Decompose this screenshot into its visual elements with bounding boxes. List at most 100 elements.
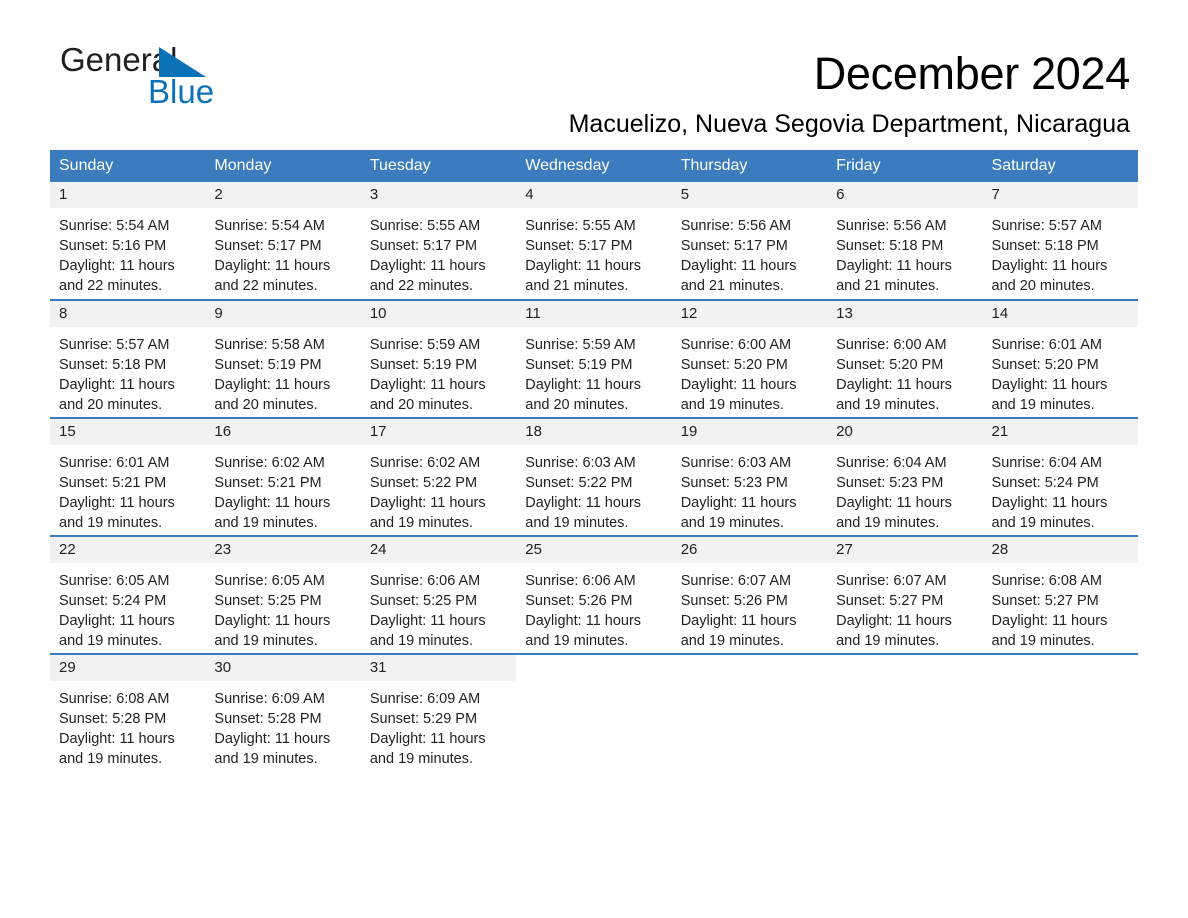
calendar-day-cell[interactable]: 18 Sunrise: 6:03 AM Sunset: 5:22 PM Dayl… [516,417,672,536]
daylight-text-line2: and 22 minutes. [59,278,163,294]
day-info: Sunrise: 6:02 AM Sunset: 5:22 PM Dayligh… [361,445,516,533]
calendar-day-cell[interactable]: 31 Sunrise: 6:09 AM Sunset: 5:29 PM Dayl… [360,653,517,772]
sunrise-text: Sunrise: 5:58 AM [214,337,325,353]
day-content: 23 Sunrise: 6:05 AM Sunset: 5:25 PM Dayl… [205,537,361,653]
sunrise-text: Sunrise: 5:55 AM [369,218,481,234]
daylight-text-line1: Daylight: 11 hours [836,258,952,274]
daylight-text-line2: and 21 minutes. [525,278,629,294]
day-info: Sunrise: 6:05 AM Sunset: 5:24 PM Dayligh… [50,563,205,651]
day-content: 1 Sunrise: 5:54 AM Sunset: 5:16 PM Dayli… [50,182,206,299]
day-info: Sunrise: 6:05 AM Sunset: 5:25 PM Dayligh… [205,563,360,651]
page-title: December 2024 [813,48,1131,99]
calendar-day-cell[interactable]: 14 Sunrise: 6:01 AM Sunset: 5:20 PM Dayl… [982,299,1138,418]
calendar-week-row: 1 Sunrise: 5:54 AM Sunset: 5:16 PM Dayli… [50,182,1138,300]
daylight-text-line2: and 19 minutes. [369,751,474,767]
calendar-day-cell[interactable]: 10 Sunrise: 5:59 AM Sunset: 5:19 PM Dayl… [360,299,517,418]
day-info: Sunrise: 5:55 AM Sunset: 5:17 PM Dayligh… [361,208,516,296]
daylight-text-line1: Daylight: 11 hours [59,258,175,274]
sunset-text: Sunset: 5:26 PM [680,593,788,609]
calendar-day-cell[interactable]: 17 Sunrise: 6:02 AM Sunset: 5:22 PM Dayl… [360,417,517,536]
calendar-week-row: 8 Sunrise: 5:57 AM Sunset: 5:18 PM Dayli… [50,299,1138,418]
calendar-day-cell[interactable]: 4 Sunrise: 5:55 AM Sunset: 5:17 PM Dayli… [516,182,672,300]
sunrise-text: Sunrise: 6:02 AM [214,455,325,471]
sunrise-text: Sunrise: 6:03 AM [525,455,636,471]
calendar-day-cell[interactable]: 13 Sunrise: 6:00 AM Sunset: 5:20 PM Dayl… [827,299,983,418]
day-info: Sunrise: 6:04 AM Sunset: 5:23 PM Dayligh… [827,445,982,533]
sunrise-text: Sunrise: 6:08 AM [59,691,170,707]
daylight-text-line1: Daylight: 11 hours [214,377,331,393]
daylight-text-line1: Daylight: 11 hours [525,495,642,511]
day-number: 27 [827,537,983,563]
daylight-text-line1: Daylight: 11 hours [836,495,952,511]
day-number: 5 [671,182,828,208]
calendar-day-cell[interactable]: 15 Sunrise: 6:01 AM Sunset: 5:21 PM Dayl… [50,417,206,536]
calendar-day-cell[interactable]: 27 Sunrise: 6:07 AM Sunset: 5:27 PM Dayl… [827,535,983,654]
sunrise-text: Sunrise: 5:55 AM [525,218,636,234]
daylight-text-line1: Daylight: 11 hours [59,495,175,511]
calendar-day-cell[interactable]: 24 Sunrise: 6:06 AM Sunset: 5:25 PM Dayl… [360,535,517,654]
day-content-empty [983,655,1138,772]
sunset-text: Sunset: 5:26 PM [525,593,633,609]
calendar-day-cell[interactable]: 7 Sunrise: 5:57 AM Sunset: 5:18 PM Dayli… [982,182,1138,300]
calendar-day-cell[interactable]: 23 Sunrise: 6:05 AM Sunset: 5:25 PM Dayl… [205,535,361,654]
day-content: 29 Sunrise: 6:08 AM Sunset: 5:28 PM Dayl… [50,655,206,772]
daylight-text-line1: Daylight: 11 hours [836,613,952,629]
sunset-text: Sunset: 5:17 PM [680,238,788,254]
calendar-day-cell[interactable]: 11 Sunrise: 5:59 AM Sunset: 5:19 PM Dayl… [516,299,672,418]
calendar-day-cell[interactable]: 30 Sunrise: 6:09 AM Sunset: 5:28 PM Dayl… [205,653,361,772]
calendar-day-cell[interactable]: 21 Sunrise: 6:04 AM Sunset: 5:24 PM Dayl… [982,417,1138,536]
sunset-text: Sunset: 5:19 PM [525,357,633,373]
day-number: 10 [360,301,517,327]
daylight-text-line2: and 19 minutes. [991,397,1095,413]
calendar-day-cell[interactable]: 2 Sunrise: 5:54 AM Sunset: 5:17 PM Dayli… [205,182,361,300]
sunrise-text: Sunrise: 5:56 AM [680,218,792,234]
calendar-day-cell[interactable]: 12 Sunrise: 6:00 AM Sunset: 5:20 PM Dayl… [671,299,828,418]
sunset-text: Sunset: 5:21 PM [214,475,322,491]
day-content: 30 Sunrise: 6:09 AM Sunset: 5:28 PM Dayl… [205,655,361,772]
sunrise-text: Sunrise: 6:08 AM [991,573,1102,589]
sunset-text: Sunset: 5:25 PM [369,593,478,609]
daylight-text-line2: and 19 minutes. [680,397,784,413]
day-number: 4 [516,182,672,208]
calendar-day-cell[interactable]: 25 Sunrise: 6:06 AM Sunset: 5:26 PM Dayl… [516,535,672,654]
daylight-text-line2: and 20 minutes. [991,278,1095,294]
calendar-day-cell[interactable]: 1 Sunrise: 5:54 AM Sunset: 5:16 PM Dayli… [50,182,206,300]
calendar-day-cell[interactable]: 5 Sunrise: 5:56 AM Sunset: 5:17 PM Dayli… [671,182,828,300]
daylight-text-line2: and 21 minutes. [836,278,940,294]
calendar-day-cell-empty [671,653,828,772]
calendar-day-cell[interactable]: 19 Sunrise: 6:03 AM Sunset: 5:23 PM Dayl… [671,417,828,536]
day-info: Sunrise: 5:55 AM Sunset: 5:17 PM Dayligh… [516,208,671,296]
daylight-text-line2: and 20 minutes. [214,397,318,413]
calendar-day-cell[interactable]: 29 Sunrise: 6:08 AM Sunset: 5:28 PM Dayl… [50,653,206,772]
calendar-day-cell[interactable]: 20 Sunrise: 6:04 AM Sunset: 5:23 PM Dayl… [827,417,983,536]
day-number: 3 [360,182,517,208]
calendar-day-cell[interactable]: 6 Sunrise: 5:56 AM Sunset: 5:18 PM Dayli… [827,182,983,300]
calendar-day-cell[interactable]: 26 Sunrise: 6:07 AM Sunset: 5:26 PM Dayl… [671,535,828,654]
daylight-text-line2: and 22 minutes. [369,278,474,294]
daylight-text-line2: and 21 minutes. [680,278,784,294]
day-number: 20 [827,419,983,445]
sunset-text: Sunset: 5:18 PM [59,357,167,373]
daylight-text-line1: Daylight: 11 hours [59,731,175,747]
calendar-day-cell[interactable]: 28 Sunrise: 6:08 AM Sunset: 5:27 PM Dayl… [982,535,1138,654]
day-number: 24 [360,537,517,563]
day-content: 12 Sunrise: 6:00 AM Sunset: 5:20 PM Dayl… [671,301,828,417]
calendar-day-cell[interactable]: 3 Sunrise: 5:55 AM Sunset: 5:17 PM Dayli… [360,182,517,300]
logo-line-1: General [60,42,360,78]
day-info: Sunrise: 6:07 AM Sunset: 5:27 PM Dayligh… [827,563,982,651]
calendar-day-cell[interactable]: 8 Sunrise: 5:57 AM Sunset: 5:18 PM Dayli… [50,299,206,418]
day-info: Sunrise: 6:00 AM Sunset: 5:20 PM Dayligh… [827,327,982,415]
day-info: Sunrise: 6:09 AM Sunset: 5:28 PM Dayligh… [205,681,360,769]
calendar-day-cell[interactable]: 9 Sunrise: 5:58 AM Sunset: 5:19 PM Dayli… [205,299,361,418]
daylight-text-line1: Daylight: 11 hours [680,613,797,629]
daylight-text-line1: Daylight: 11 hours [680,377,797,393]
calendar-day-cell[interactable]: 16 Sunrise: 6:02 AM Sunset: 5:21 PM Dayl… [205,417,361,536]
sunset-text: Sunset: 5:18 PM [991,238,1099,254]
sunset-text: Sunset: 5:20 PM [680,357,788,373]
day-content: 22 Sunrise: 6:05 AM Sunset: 5:24 PM Dayl… [50,537,206,653]
day-info: Sunrise: 6:03 AM Sunset: 5:22 PM Dayligh… [516,445,671,533]
logo-triangle-icon [159,47,206,77]
weekday-header-monday: Monday [205,150,361,182]
calendar-day-cell[interactable]: 22 Sunrise: 6:05 AM Sunset: 5:24 PM Dayl… [50,535,206,654]
day-content: 3 Sunrise: 5:55 AM Sunset: 5:17 PM Dayli… [360,182,517,299]
